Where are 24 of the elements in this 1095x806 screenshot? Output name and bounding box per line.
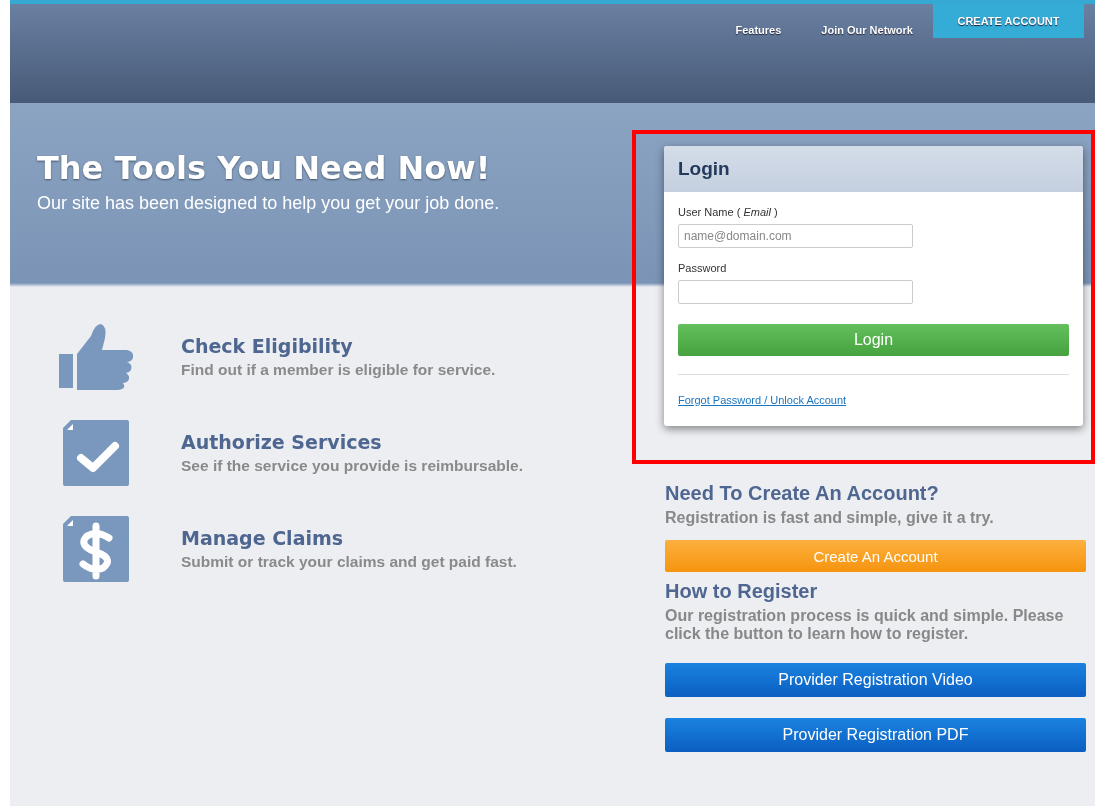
hero-subtitle: Our site has been designed to help you get your job done. — [37, 193, 501, 214]
nav-link[interactable]: Features — [735, 24, 782, 36]
nav-link[interactable]: Join Our Network — [821, 24, 913, 36]
feature-title: Check Eligibility — [181, 335, 354, 357]
field-label: Password — [678, 262, 727, 274]
feature-description: See if the service you provide is reimbursable. — [181, 457, 523, 475]
login-button[interactable]: Login — [678, 324, 1069, 356]
forgot-password-link[interactable]: Forgot Password / Unlock Account — [678, 394, 847, 406]
field-label: User Name ( Email ) — [678, 206, 778, 218]
section-text: Our registration process is quick and simple. Please click the button to learn how to register. — [665, 607, 1065, 643]
hero-title: The Tools You Need Now! — [37, 149, 492, 187]
feature-title: Authorize Services — [181, 431, 383, 453]
feature-description: Find out if a member is eligible for service. — [181, 361, 496, 379]
section-title: Need To Create An Account? — [665, 482, 940, 505]
username-field[interactable]: name@domain.com — [678, 224, 913, 248]
registration-button[interactable]: Provider Registration PDF — [665, 718, 1086, 752]
login-title: Login — [678, 158, 730, 180]
feature-description: Submit or track your claims and get paid fast. — [181, 553, 517, 571]
section-title: How to Register — [665, 580, 819, 603]
feature-title: Manage Claims — [181, 527, 345, 549]
password-field[interactable] — [678, 280, 913, 304]
registration-button[interactable]: Provider Registration Video — [665, 663, 1086, 697]
section-text: Registration is fast and simple, give it a try. — [665, 509, 995, 527]
create-account-button[interactable]: CREATE ACCOUNT — [933, 4, 1084, 38]
